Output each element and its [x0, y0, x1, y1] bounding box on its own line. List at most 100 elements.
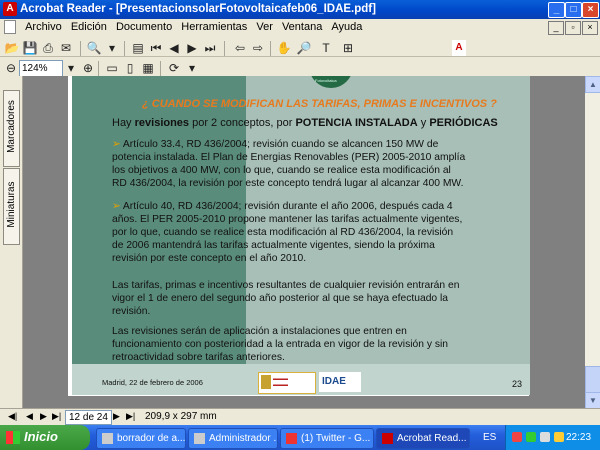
navigation-panel: Marcadores Miniaturas [0, 76, 23, 408]
toolbar-separator [124, 41, 125, 56]
fit-page-icon[interactable]: ▯ [122, 60, 138, 76]
intro-bold-potencia: POTENCIA INSTALADA [295, 117, 418, 129]
next-page-icon[interactable]: ▶ [40, 411, 47, 422]
next-page-icon[interactable]: ▶ [184, 40, 200, 56]
go-forward-icon[interactable]: ⇨ [250, 40, 266, 56]
go-back-icon[interactable]: ⇦ [232, 40, 248, 56]
actual-size-icon[interactable]: ▭ [104, 60, 120, 76]
p4-line-2: funcionamiento con posterioridad a la en… [112, 339, 448, 350]
find-dropdown-icon[interactable]: ▾ [104, 40, 120, 56]
p1-line-3: los objetivos a 400 MW, con lo que, cuan… [112, 165, 451, 176]
task-acrobat[interactable]: Acrobat Read... [376, 428, 470, 449]
p2-line-1: Artículo 40, RD 436/2004; revisión duran… [122, 201, 453, 212]
tab-marcadores[interactable]: Marcadores [3, 90, 20, 167]
p3-line-2: vigor el 1 de enero del segundo año post… [112, 293, 449, 304]
zoom-field[interactable]: 124% [19, 60, 63, 77]
ministry-logo: ▬▬▬ ▬▬▬ [258, 372, 316, 394]
task-administrador[interactable]: Administrador ... [188, 428, 278, 449]
window-title: Acrobat Reader - [PresentacionsolarFotov… [20, 3, 376, 15]
bullet-arrow-icon: ➢ [112, 139, 123, 150]
scroll-down-button[interactable]: ▼ [585, 392, 600, 409]
search-icon[interactable]: 🔍 [86, 40, 102, 56]
menu-ventana[interactable]: Ventana [279, 19, 325, 35]
fit-width-icon[interactable]: ▦ [140, 60, 156, 76]
taskbar: Inicio borrador de a... Administrador ..… [0, 425, 600, 450]
print-icon[interactable]: ⎙ [40, 40, 56, 56]
scroll-up-button[interactable]: ▲ [585, 76, 600, 93]
first-page-icon[interactable]: ⏮ [148, 40, 164, 56]
main-toolbar: 📂 💾 ⎙ ✉ 🔍 ▾ ▤ ⏮ ◀ ▶ ⏭ ⇦ ⇨ ✋ 🔎 T ⊞ A [0, 37, 600, 57]
select-graphics-icon[interactable]: ⊞ [340, 40, 356, 56]
p4-line-3: retroactividad sobre tarifas anteriores. [112, 352, 285, 363]
last-page-icon[interactable]: ▶| [126, 411, 135, 422]
slide-page-number: 23 [512, 379, 523, 389]
paragraph-1: ➢ Artículo 33.4, RD 436/2004; revisión c… [112, 138, 465, 190]
computer-icon [194, 432, 205, 444]
coat-of-arms-icon [261, 375, 271, 389]
close-button[interactable]: × [582, 2, 599, 18]
p3-line-3: revisión. [112, 306, 151, 317]
previous-page-icon[interactable]: ◀ [26, 411, 33, 422]
document-view[interactable]: Fotovoltaica ¿ CUANDO SE MODIFICAN LAS T… [23, 76, 585, 408]
slide-intro: Hay revisiones por 2 conceptos, por POTE… [112, 117, 498, 130]
zoom-in-icon[interactable]: ⊕ [80, 60, 96, 76]
doc-close-button[interactable]: × [582, 21, 598, 35]
last-page-icon[interactable]: ▶| [52, 411, 61, 422]
next-page-icon[interactable]: ▶ [113, 411, 120, 422]
last-page-icon[interactable]: ⏭ [202, 40, 218, 56]
previous-page-icon[interactable]: ◀ [166, 40, 182, 56]
menu-documento[interactable]: Documento [113, 19, 175, 35]
slide-footer-date: Madrid, 22 de febrero de 2006 [102, 378, 203, 387]
task-twitter[interactable]: (1) Twitter - G... [280, 428, 374, 449]
first-page-icon[interactable]: ◀| [8, 411, 17, 422]
task-label: Acrobat Read... [397, 433, 467, 444]
toolbar-separator [98, 61, 99, 76]
doc-minimize-button[interactable]: _ [548, 21, 564, 35]
intro-text-2: por 2 conceptos, por [189, 117, 296, 129]
bullet-arrow-icon: ➢ [112, 201, 123, 212]
tray-app-icon[interactable] [512, 432, 522, 442]
task-label: Administrador ... [209, 433, 278, 444]
menu-edicion[interactable]: Edición [68, 19, 110, 35]
p1-line-4: RD 436/2004, la revisión por este concep… [112, 178, 464, 189]
doc-restore-button[interactable]: ▫ [565, 21, 581, 35]
rotate-dropdown-icon[interactable]: ▾ [184, 60, 200, 76]
minimize-button[interactable]: _ [548, 2, 565, 18]
p1-line-2: potencia instalada. El Plan de Energias … [112, 152, 466, 163]
p2-line-4: de 2006 mantendrá las tarifas actualment… [112, 240, 435, 251]
open-icon[interactable]: 📂 [4, 40, 20, 56]
menu-ver[interactable]: Ver [253, 19, 276, 35]
p2-line-3: por lo que, cuando se realice esta modif… [112, 227, 454, 238]
maximize-button[interactable]: □ [565, 2, 582, 18]
tab-miniaturas[interactable]: Miniaturas [3, 168, 20, 245]
page-size: 209,9 x 297 mm [145, 411, 217, 422]
p2-line-5: revisión por este concepto en el año 201… [112, 253, 307, 264]
start-button[interactable]: Inicio [0, 425, 90, 450]
select-text-icon[interactable]: T [318, 40, 334, 56]
task-borrador[interactable]: borrador de a... [96, 428, 186, 449]
windows-logo-icon [6, 431, 20, 444]
save-icon[interactable]: 💾 [22, 40, 38, 56]
title-bar: A Acrobat Reader - [PresentacionsolarFot… [0, 0, 600, 19]
zoom-out-icon[interactable]: ⊖ [3, 60, 19, 76]
paragraph-3: Las tarifas, primas e incentivos resulta… [112, 279, 459, 318]
vertical-scrollbar[interactable]: ▲ ▼ [585, 76, 600, 409]
zoom-tool-icon[interactable]: 🔎 [296, 40, 312, 56]
acrobat-app-icon: A [3, 2, 17, 16]
tray-volume-icon[interactable] [540, 432, 550, 442]
menu-ayuda[interactable]: Ayuda [328, 19, 365, 35]
tray-app-icon[interactable] [526, 432, 536, 442]
rotate-view-icon[interactable]: ⟳ [166, 60, 182, 76]
idae-logo: IDAE [319, 372, 361, 392]
email-icon[interactable]: ✉ [58, 40, 74, 56]
menu-archivo[interactable]: Archivo [22, 19, 65, 35]
zoom-dropdown-icon[interactable]: ▾ [63, 60, 79, 76]
show-navigation-icon[interactable]: ▤ [130, 40, 146, 56]
menu-herramientas[interactable]: Herramientas [178, 19, 250, 35]
slide-heading: ¿ CUANDO SE MODIFICAN LAS TARIFAS, PRIMA… [142, 98, 497, 110]
hand-tool-icon[interactable]: ✋ [276, 40, 292, 56]
task-label: borrador de a... [117, 433, 186, 444]
page-number-field[interactable]: 12 de 24 [65, 410, 112, 425]
tray-app-icon[interactable] [554, 432, 564, 442]
language-indicator[interactable]: ES [483, 432, 496, 443]
